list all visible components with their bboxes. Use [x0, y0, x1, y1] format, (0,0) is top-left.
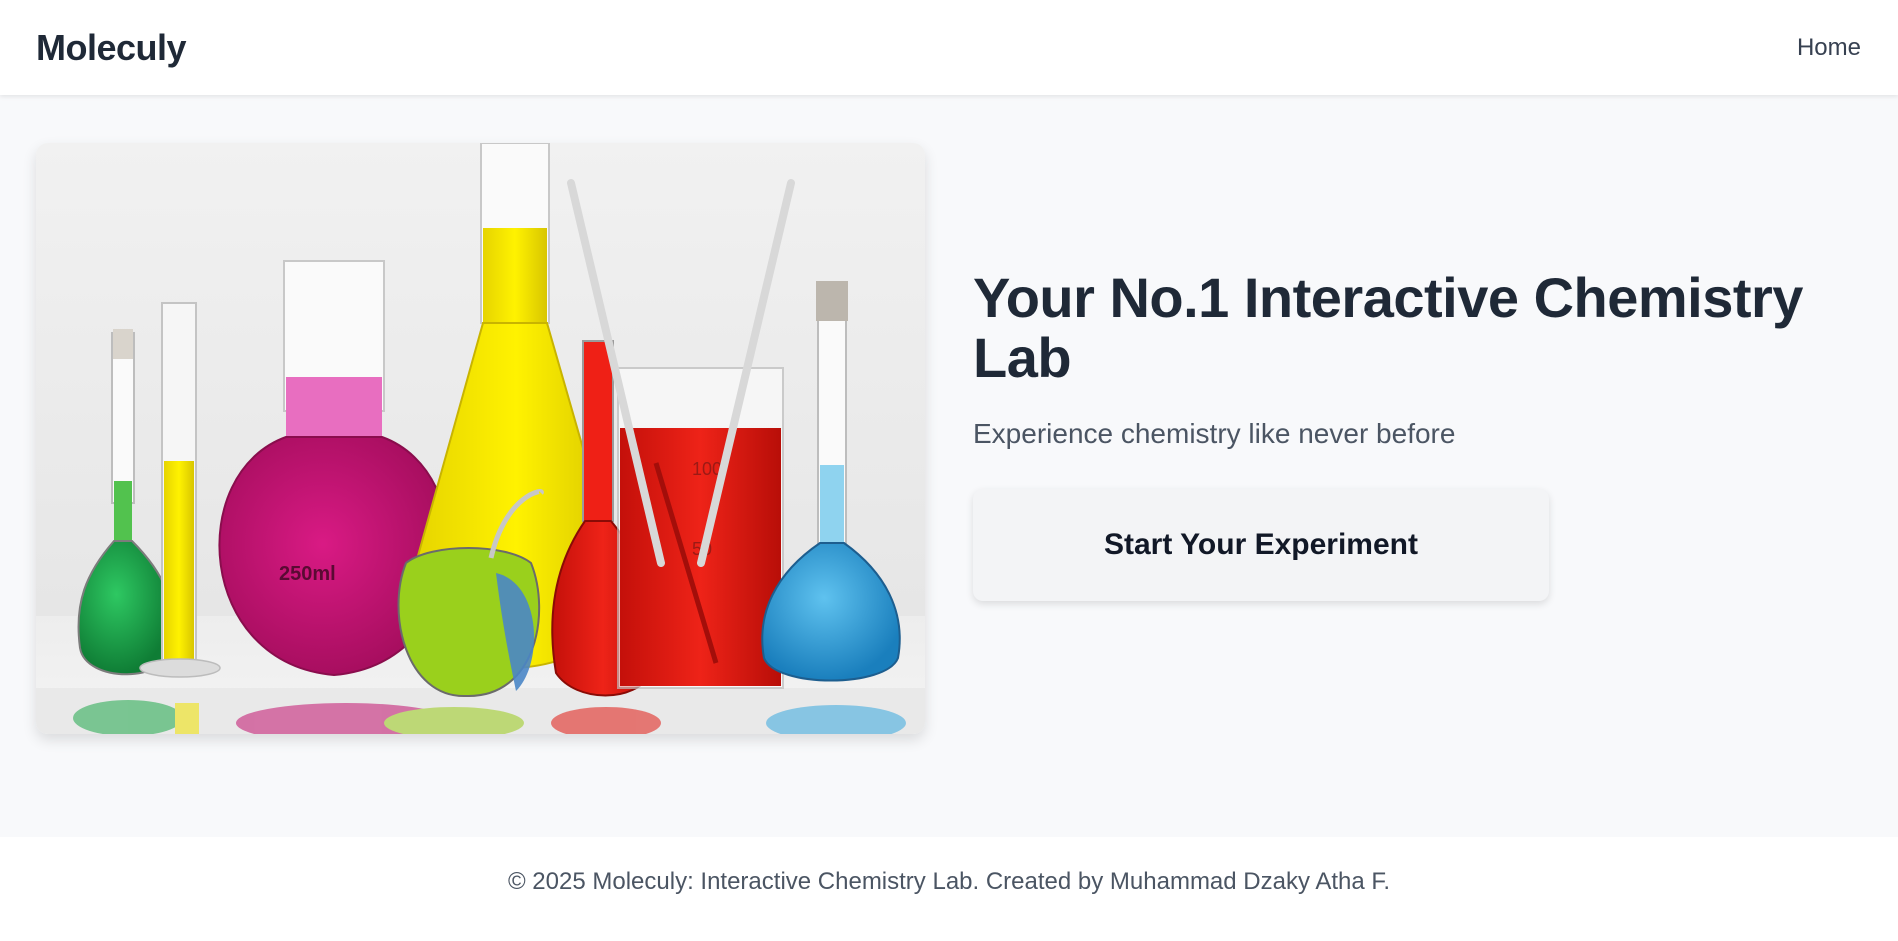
- start-experiment-button[interactable]: Start Your Experiment: [973, 489, 1549, 601]
- hero-title: Your No.1 Interactive Chemistry Lab: [973, 266, 1803, 389]
- footer: © 2025 Moleculy: Interactive Chemistry L…: [0, 837, 1898, 941]
- chemistry-glassware-photo: 250ml 100 50: [36, 143, 925, 734]
- footer-copyright: © 2025 Moleculy: Interactive Chemistry L…: [507, 868, 1391, 895]
- brand-logo[interactable]: Moleculy: [36, 27, 187, 69]
- flask-volume-label: 250ml: [279, 563, 336, 585]
- nav-link-home[interactable]: Home: [1797, 34, 1861, 62]
- navbar: Moleculy Home: [0, 0, 1898, 95]
- hero-text: Your No.1 Interactive Chemistry Lab Expe…: [973, 268, 1853, 601]
- hero-subtitle: Experience chemistry like never before: [973, 418, 1456, 449]
- hero-image: 250ml 100 50: [36, 143, 925, 734]
